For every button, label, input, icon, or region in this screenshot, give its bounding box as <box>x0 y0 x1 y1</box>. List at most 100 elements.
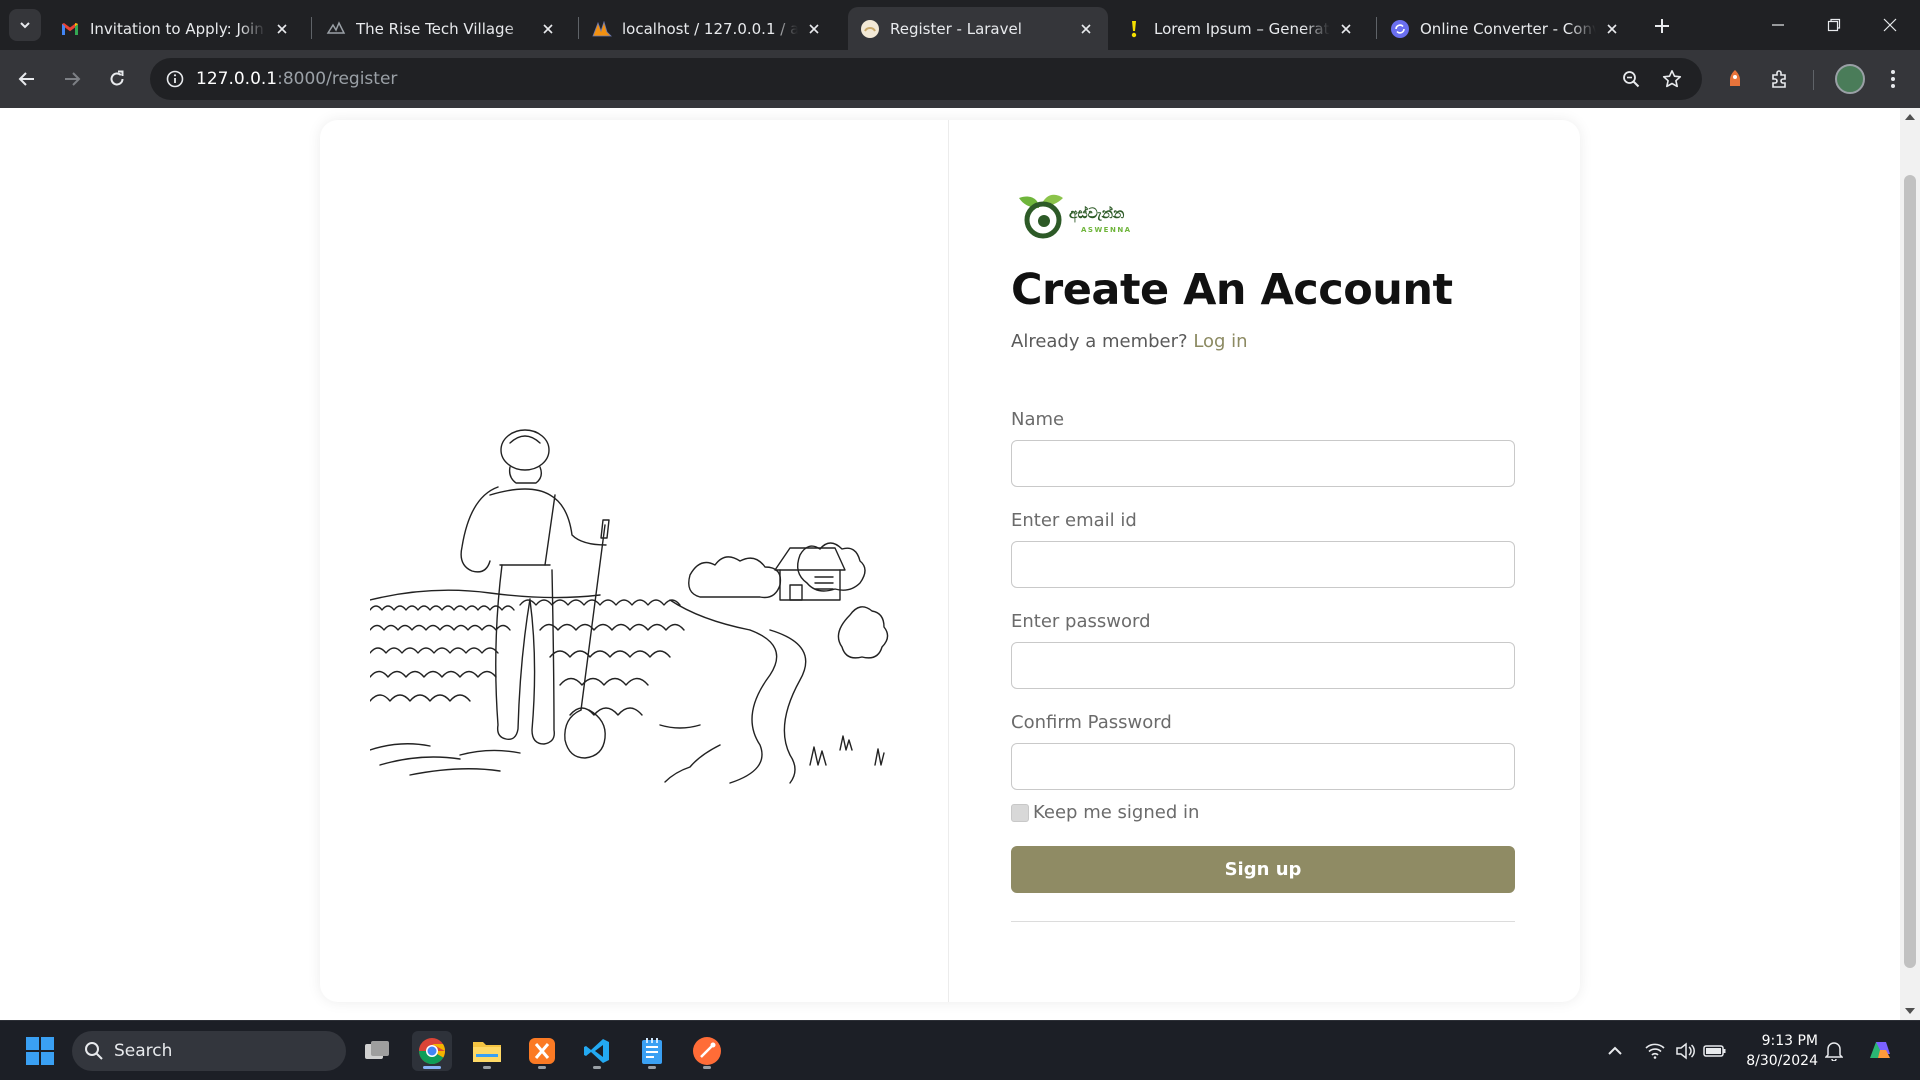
close-icon[interactable] <box>1336 19 1356 39</box>
close-icon[interactable] <box>804 19 824 39</box>
taskbar-vscode[interactable] <box>577 1031 617 1071</box>
logo-subtext: ASWENNA <box>1081 226 1132 234</box>
keep-signed-in-checkbox[interactable] <box>1011 803 1029 822</box>
confirm-password-input[interactable] <box>1011 743 1515 790</box>
tray-overflow-icon[interactable] <box>1603 1039 1627 1063</box>
running-indicator <box>538 1066 546 1069</box>
tab-lorem-ipsum[interactable]: Lorem Ipsum – Generator, <box>1112 7 1368 50</box>
url-path: :8000/register <box>277 69 398 89</box>
clock-time: 9:13 PM <box>1761 1033 1818 1049</box>
tab-online-converter[interactable]: Online Converter - Convert <box>1378 7 1634 50</box>
extension-icon[interactable] <box>1721 65 1749 93</box>
page-title: Create An Account <box>1011 265 1453 315</box>
gmail-icon <box>60 19 80 39</box>
taskbar-xampp[interactable] <box>522 1031 562 1071</box>
logo-text: අස්වැන්න <box>1069 205 1125 223</box>
tab-gmail[interactable]: Invitation to Apply: Join the <box>48 7 304 50</box>
start-button[interactable] <box>20 1031 60 1071</box>
url-host: 127.0.0.1 <box>196 69 278 89</box>
scroll-up-arrow-icon[interactable] <box>1905 114 1915 120</box>
tab-title: localhost / 127.0.0.1 / aswe <box>622 19 798 38</box>
taskbar-chrome[interactable] <box>412 1031 452 1071</box>
scrollbar-thumb[interactable] <box>1904 175 1916 968</box>
keep-signed-in-label: Keep me signed in <box>1033 802 1200 823</box>
close-icon[interactable] <box>272 19 292 39</box>
tab-search-button[interactable] <box>9 9 41 41</box>
tab-phpmyadmin[interactable]: localhost / 127.0.0.1 / aswe <box>580 7 836 50</box>
tab-title: Invitation to Apply: Join the <box>90 19 266 38</box>
volume-icon[interactable] <box>1673 1039 1697 1063</box>
name-label: Name <box>1011 409 1065 430</box>
confirm-password-label: Confirm Password <box>1011 712 1172 733</box>
name-input[interactable] <box>1011 440 1515 487</box>
taskbar-file-explorer[interactable] <box>467 1031 507 1071</box>
url-text: 127.0.0.1:8000/register <box>196 69 397 89</box>
plus-icon <box>1655 19 1669 33</box>
toolbar-separator <box>1813 70 1814 90</box>
arrow-left-icon <box>18 72 34 86</box>
back-button[interactable] <box>9 61 45 97</box>
taskbar-notepad[interactable] <box>632 1031 672 1071</box>
clock-date: 8/30/2024 <box>1746 1053 1818 1069</box>
tab-strip: Invitation to Apply: Join the The Rise T… <box>0 0 1920 50</box>
arrow-right-icon <box>65 72 81 86</box>
tab-title: Register - Laravel <box>890 19 1022 38</box>
aswenna-logo: අස්වැන්න ASWENNA <box>1019 194 1132 239</box>
restore-button[interactable] <box>1806 0 1862 50</box>
forward-button[interactable] <box>54 61 90 97</box>
register-card: අස්වැන්න ASWENNA Create An Account Alrea… <box>320 120 1580 1002</box>
reload-button[interactable] <box>99 61 135 97</box>
vscode-icon <box>584 1039 609 1063</box>
browser-toolbar: 127.0.0.1:8000/register <box>0 50 1920 108</box>
tab-rise-tech[interactable]: The Rise Tech Village <box>314 7 570 50</box>
close-icon[interactable] <box>538 19 558 39</box>
taskbar-search[interactable]: Search <box>72 1031 346 1071</box>
taskbar-postman[interactable] <box>687 1031 727 1071</box>
close-icon <box>1883 18 1897 32</box>
member-prompt-text: Already a member? <box>1011 331 1188 352</box>
register-form-panel: අස්වැන්න ASWENNA Create An Account Alrea… <box>949 120 1580 1002</box>
running-indicator <box>648 1066 656 1069</box>
tab-title: Online Converter - Convert <box>1420 19 1596 38</box>
close-icon[interactable] <box>1076 19 1096 39</box>
close-window-button[interactable] <box>1862 0 1918 50</box>
folder-icon <box>473 1042 501 1062</box>
bookmark-star-icon[interactable] <box>1659 66 1685 92</box>
profile-avatar[interactable] <box>1835 64 1865 94</box>
zoom-icon[interactable] <box>1618 66 1644 92</box>
page-scrollbar[interactable] <box>1900 108 1920 1020</box>
extensions-puzzle-icon[interactable] <box>1766 65 1794 93</box>
new-tab-button[interactable] <box>1648 12 1676 40</box>
email-input[interactable] <box>1011 541 1515 588</box>
menu-kebab-icon[interactable] <box>1879 65 1907 93</box>
member-prompt: Already a member? Log in <box>1011 331 1248 352</box>
minimize-button[interactable] <box>1750 0 1806 50</box>
sign-up-button[interactable]: Sign up <box>1011 846 1515 893</box>
notification-bell-icon[interactable] <box>1822 1039 1846 1063</box>
task-view-button[interactable] <box>357 1031 397 1071</box>
running-indicator <box>703 1066 711 1069</box>
task-view-icon <box>365 1041 389 1059</box>
login-link[interactable]: Log in <box>1193 331 1247 352</box>
email-label: Enter email id <box>1011 510 1137 531</box>
copilot-icon[interactable] <box>1864 1035 1896 1067</box>
site-info-icon[interactable] <box>162 66 188 92</box>
password-input[interactable] <box>1011 642 1515 689</box>
form-divider <box>1011 921 1515 922</box>
keep-signed-in[interactable]: Keep me signed in <box>1011 802 1199 823</box>
scroll-down-arrow-icon[interactable] <box>1905 1008 1915 1014</box>
tab-register-laravel[interactable]: Register - Laravel <box>848 7 1108 50</box>
phpmyadmin-icon <box>592 19 612 39</box>
tab-title: The Rise Tech Village <box>356 19 514 38</box>
windows-logo-icon <box>26 1037 54 1065</box>
aswenna-icon <box>860 19 880 39</box>
address-bar[interactable]: 127.0.0.1:8000/register <box>150 58 1702 100</box>
minimize-icon <box>1772 24 1784 26</box>
wifi-icon[interactable] <box>1643 1039 1667 1063</box>
taskbar-clock[interactable]: 9:13 PM 8/30/2024 <box>1738 1031 1818 1071</box>
search-icon <box>85 1042 103 1060</box>
page-viewport: අස්වැන්න ASWENNA Create An Account Alrea… <box>0 108 1900 1020</box>
tab-separator <box>311 17 312 39</box>
close-icon[interactable] <box>1602 19 1622 39</box>
battery-icon[interactable] <box>1703 1039 1727 1063</box>
